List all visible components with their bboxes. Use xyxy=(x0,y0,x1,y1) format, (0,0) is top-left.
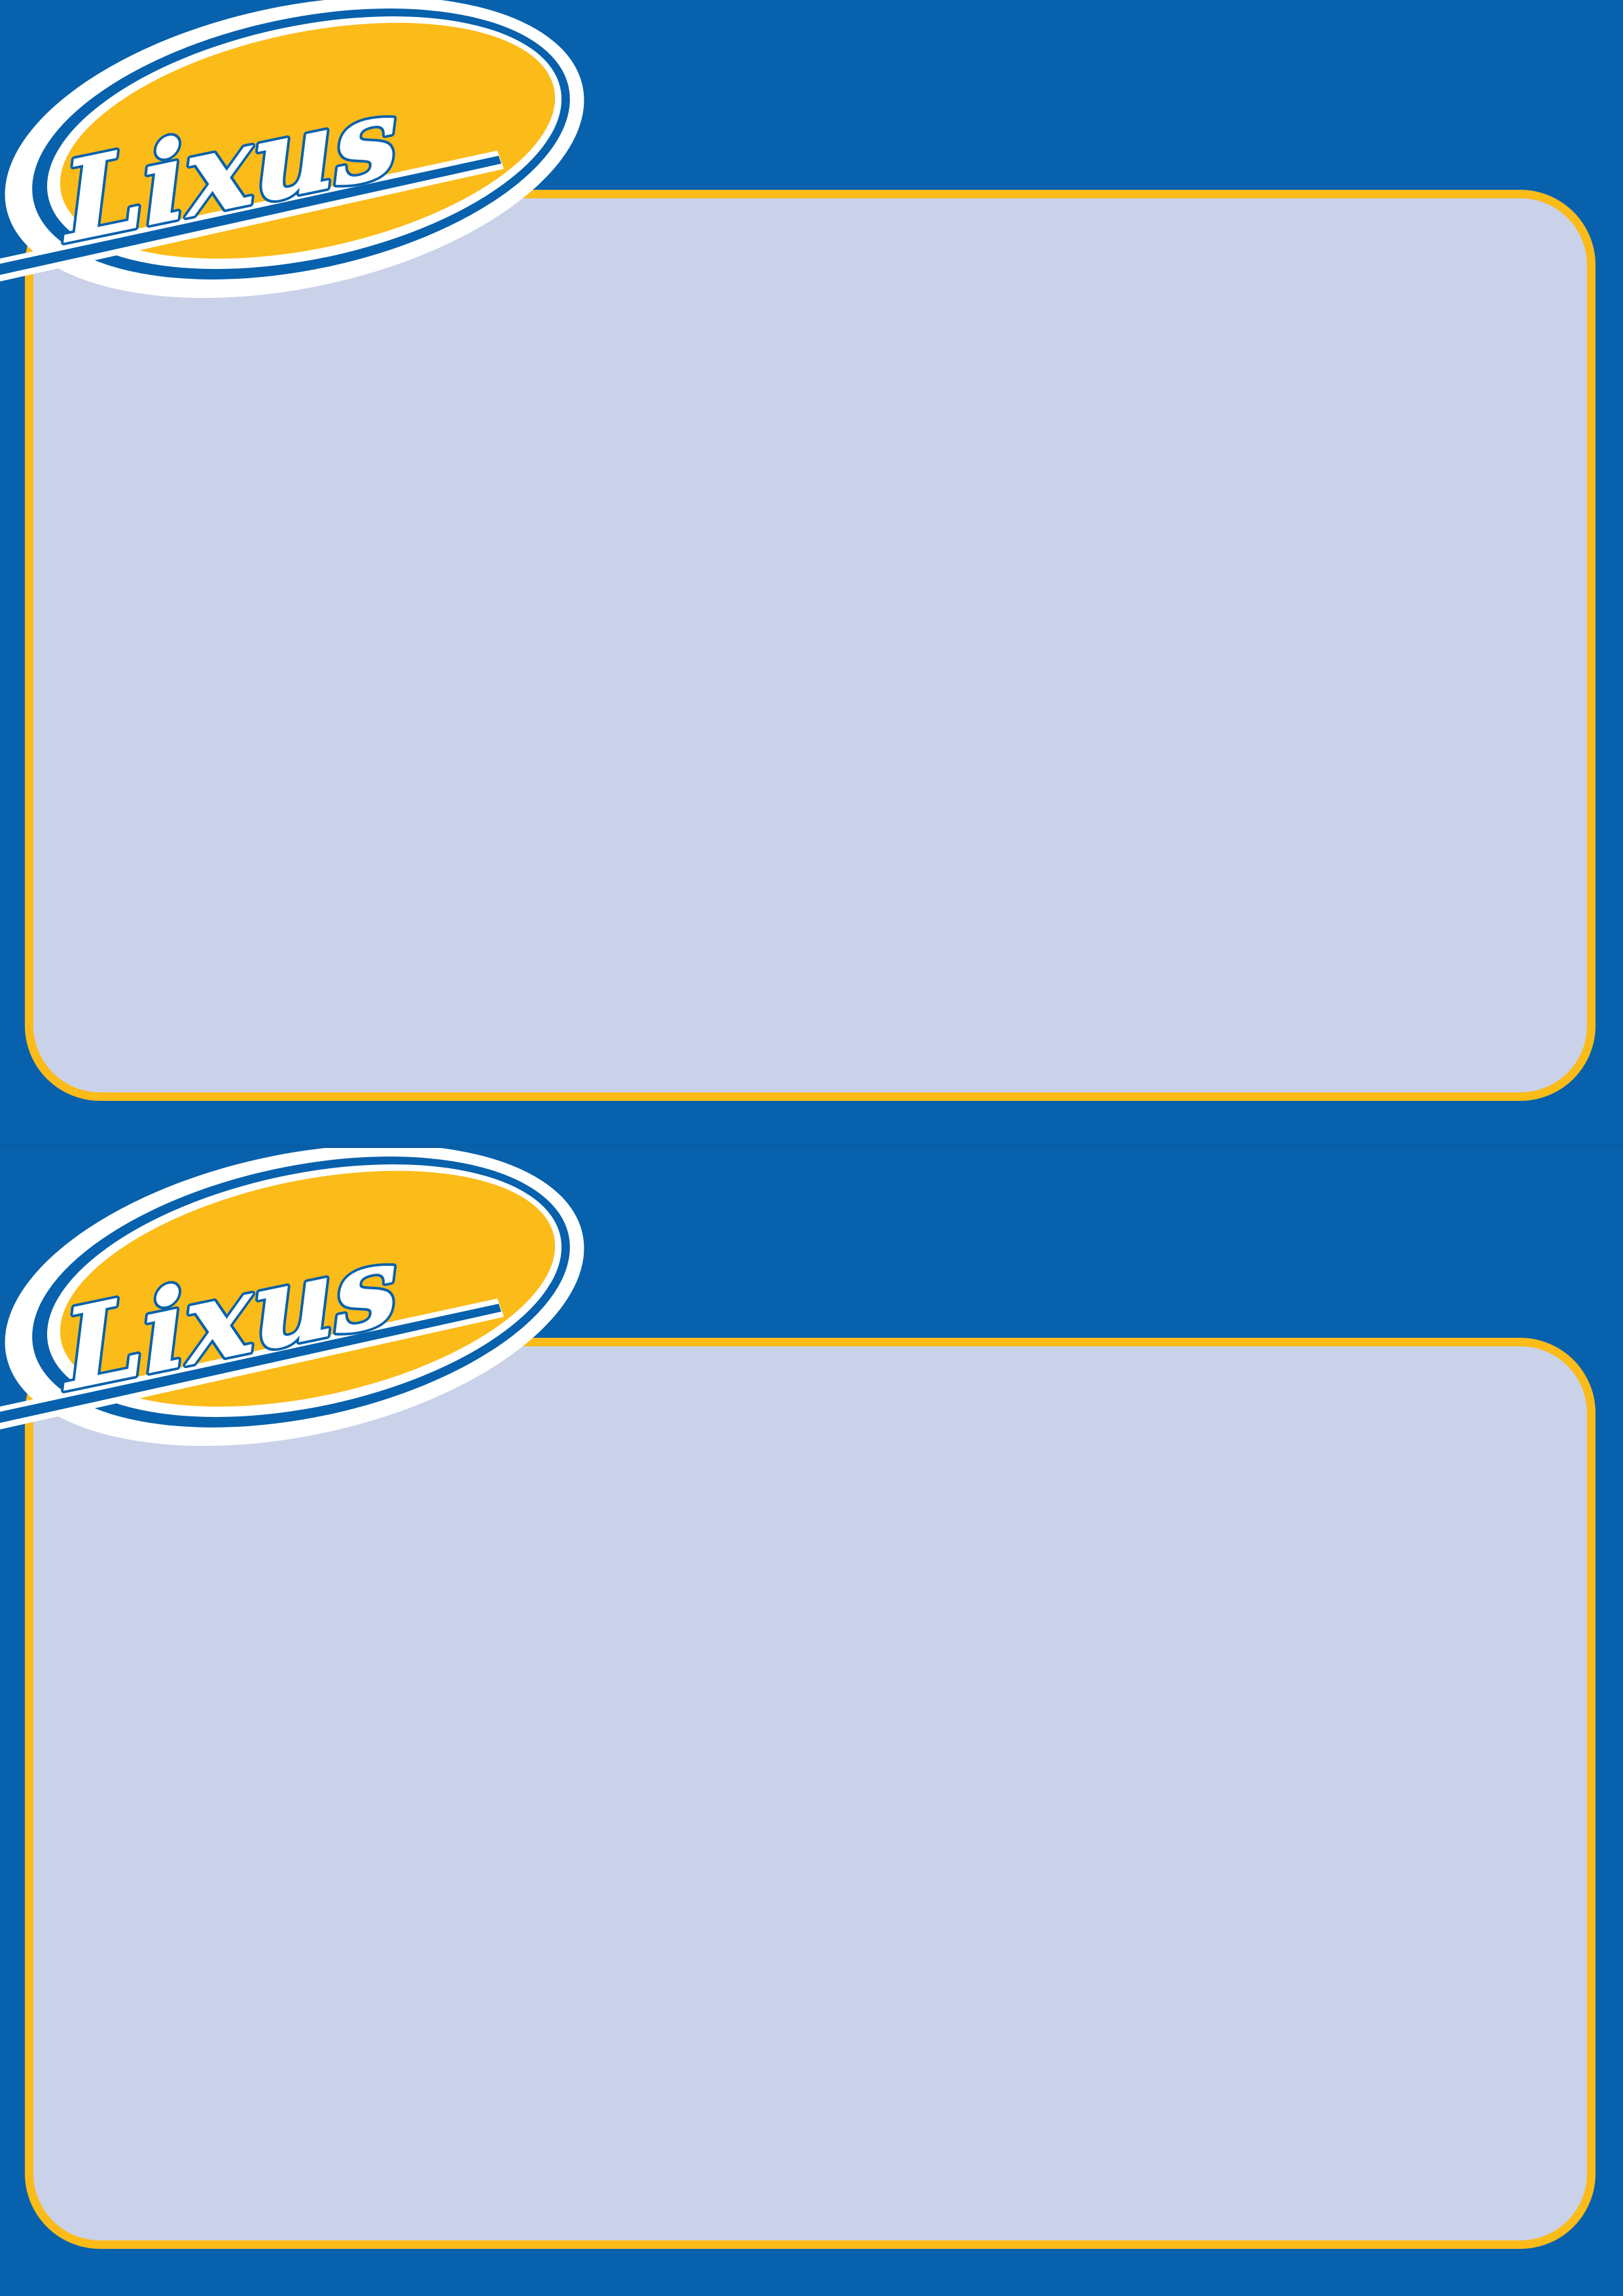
lixus-logo: Lixus Lixus xyxy=(0,0,589,301)
price-card-bottom: Lixus Lixus xyxy=(0,1148,1623,2296)
blank-content-panel xyxy=(25,190,1596,1101)
blank-content-panel xyxy=(25,1338,1596,2249)
lixus-logo: Lixus Lixus xyxy=(0,1148,589,1449)
shelf-talker-sheet: Lixus Lixus Lixus Lixus xyxy=(0,0,1623,2296)
price-card-top: Lixus Lixus xyxy=(0,0,1623,1148)
